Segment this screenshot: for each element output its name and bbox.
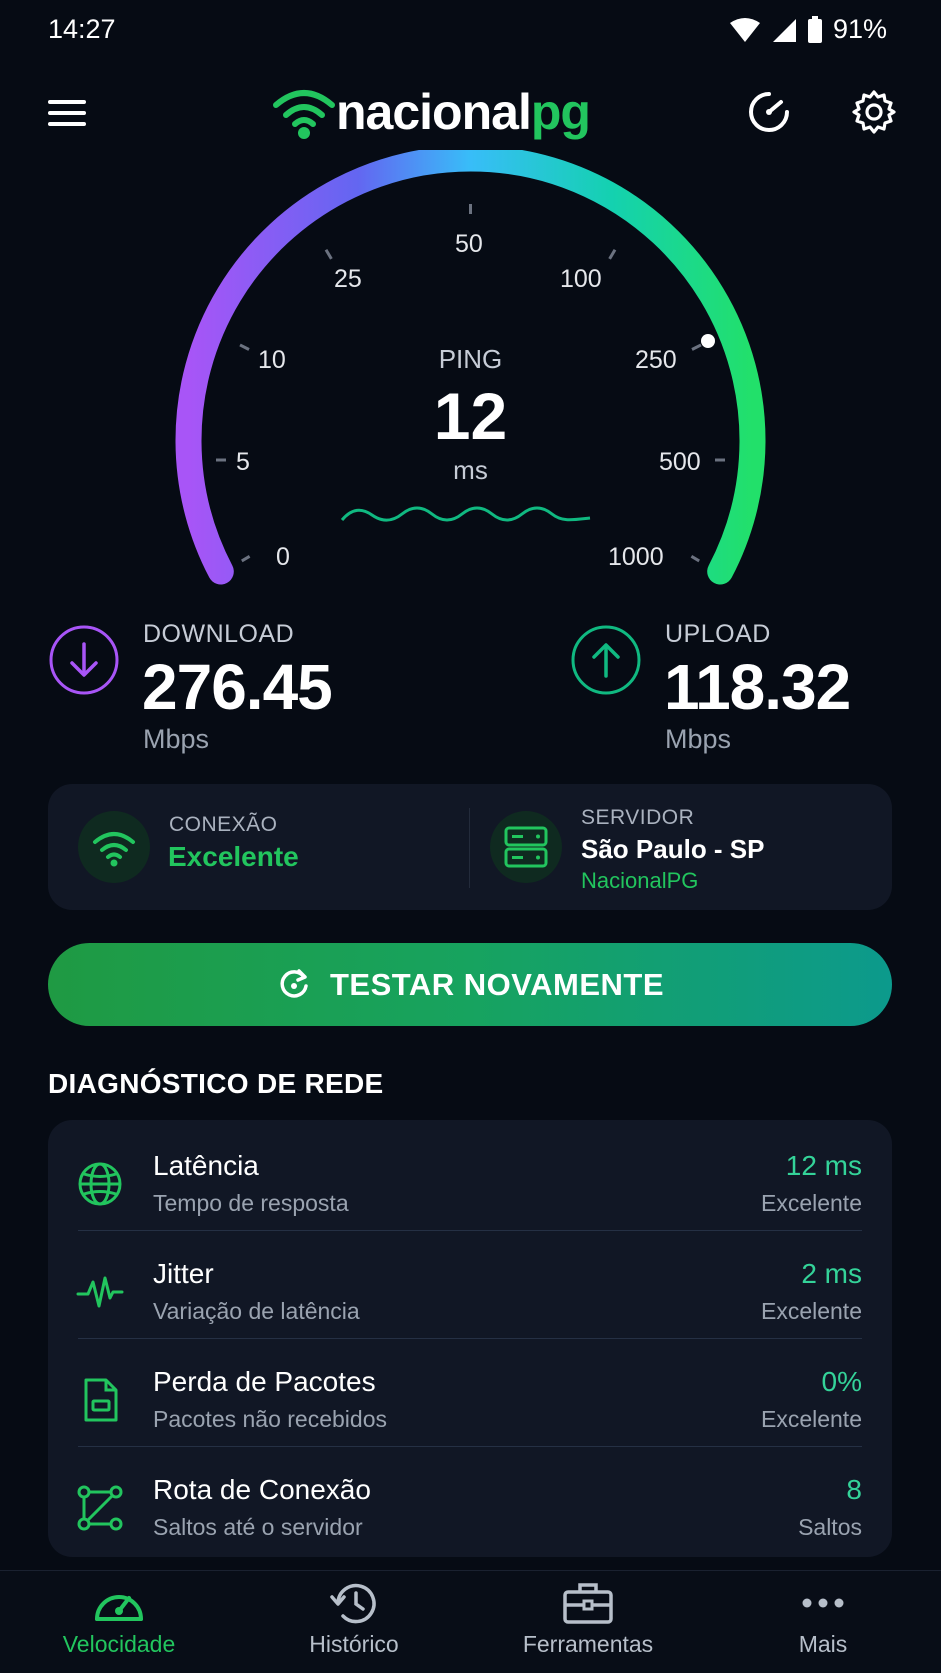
row-value: 2 ms <box>801 1258 862 1289</box>
connection-label: CONEXÃO <box>169 813 278 836</box>
pulse-icon <box>76 1276 124 1308</box>
ping-unit: ms <box>453 455 488 485</box>
more-dots-icon <box>802 1598 844 1608</box>
diagnostic-row-packet-loss[interactable]: Perda de Pacotes Pacotes não recebidos 0… <box>48 1346 892 1454</box>
gauge-tick-label: 100 <box>560 265 602 293</box>
server-label: SERVIDOR <box>581 806 695 829</box>
row-status: Saltos <box>798 1514 862 1540</box>
upload-icon <box>570 624 642 696</box>
server-location: São Paulo - SP <box>581 834 765 864</box>
download-value: 276.45 <box>142 651 333 723</box>
nav-label: Ferramentas <box>522 1631 654 1657</box>
logo-accent: pg <box>530 84 591 140</box>
row-title: Perda de Pacotes <box>153 1366 376 1397</box>
nav-label: Velocidade <box>62 1631 176 1657</box>
connection-icon-badge <box>78 811 150 883</box>
ping-value: 12 <box>433 379 508 453</box>
download-unit: Mbps <box>143 724 210 754</box>
nav-item-historico[interactable]: Histórico <box>254 1581 454 1658</box>
nav-item-ferramentas[interactable]: Ferramentas <box>488 1581 688 1658</box>
ping-label: PING <box>438 344 503 374</box>
ping-waveform <box>340 506 591 522</box>
cell-signal-icon <box>772 18 796 42</box>
history-icon <box>330 1583 376 1624</box>
diagnostic-row-latency[interactable]: Latência Tempo de resposta 12 ms Excelen… <box>48 1130 892 1238</box>
settings-button[interactable] <box>850 88 898 136</box>
row-title: Latência <box>153 1150 259 1181</box>
download-label: DOWNLOAD <box>143 620 295 648</box>
server-icon <box>504 826 548 868</box>
row-status: Excelente <box>760 1406 862 1432</box>
nav-item-velocidade[interactable]: Velocidade <box>19 1581 219 1658</box>
gauge-tick-label: 1000 <box>608 543 664 571</box>
row-subtitle: Variação de latência <box>153 1298 360 1324</box>
row-title: Rota de Conexão <box>153 1474 371 1505</box>
row-value: 8 <box>846 1474 862 1505</box>
gear-icon <box>852 90 896 134</box>
globe-icon <box>78 1162 122 1206</box>
row-divider <box>78 1338 862 1339</box>
row-value: 12 ms <box>785 1150 862 1181</box>
card-divider <box>469 808 470 888</box>
status-indicators: 91% <box>729 14 887 45</box>
nav-item-mais[interactable]: Mais <box>723 1581 923 1658</box>
row-divider <box>78 1230 862 1231</box>
retest-button[interactable]: TESTAR NOVAMENTE <box>48 943 892 1026</box>
server-provider: NacionalPG <box>581 868 699 893</box>
logo-main: nacional <box>336 84 532 140</box>
refresh-icon <box>280 968 308 998</box>
speedometer-history-icon <box>749 92 789 132</box>
row-subtitle: Saltos até o servidor <box>153 1514 363 1540</box>
connection-quality: Excelente <box>168 841 299 872</box>
row-title: Jitter <box>153 1258 214 1289</box>
wifi-icon <box>93 832 135 867</box>
row-value: 0% <box>821 1366 862 1397</box>
packet-icon <box>84 1378 118 1422</box>
nav-label: Histórico <box>309 1631 399 1657</box>
row-subtitle: Pacotes não recebidos <box>153 1406 387 1432</box>
hamburger-menu-icon <box>48 100 86 126</box>
status-time: 14:27 <box>48 14 116 44</box>
wifi-logo-icon <box>273 90 335 139</box>
toolbox-icon <box>563 1583 613 1624</box>
battery-icon <box>807 15 822 43</box>
row-status: Excelente <box>760 1298 862 1324</box>
gauge-tick-label: 25 <box>334 265 362 293</box>
download-icon <box>48 624 120 696</box>
upload-label: UPLOAD <box>665 620 771 648</box>
diagnostic-row-route[interactable]: Rota de Conexão Saltos até o servidor 8 … <box>48 1454 892 1562</box>
speedometer-icon <box>95 1595 143 1621</box>
logo-text: nacionalpg <box>336 83 591 141</box>
retest-label: TESTAR NOVAMENTE <box>329 966 665 1002</box>
diagnostic-row-jitter[interactable]: Jitter Variação de latência 2 ms Excelen… <box>48 1238 892 1346</box>
row-subtitle: Tempo de resposta <box>153 1190 349 1216</box>
row-status: Excelente <box>760 1190 862 1216</box>
gauge-tick-label: 50 <box>455 230 483 258</box>
history-gauge-button[interactable] <box>745 88 793 136</box>
route-icon <box>77 1485 123 1531</box>
upload-unit: Mbps <box>665 724 732 754</box>
battery-percent: 91% <box>832 14 887 44</box>
app-logo: nacionalpg <box>272 80 591 144</box>
menu-button[interactable] <box>44 90 90 136</box>
gauge-tick-label: 0 <box>276 543 290 571</box>
diagnostics-title: DIAGNÓSTICO DE REDE <box>48 1068 384 1099</box>
server-icon-badge <box>490 811 562 883</box>
wifi-signal-icon <box>729 17 760 42</box>
row-divider <box>78 1446 862 1447</box>
bottom-navigation: Velocidade Histórico Ferramentas Mais <box>0 1570 941 1673</box>
nav-label: Mais <box>798 1631 848 1657</box>
upload-value: 118.32 <box>664 651 851 723</box>
